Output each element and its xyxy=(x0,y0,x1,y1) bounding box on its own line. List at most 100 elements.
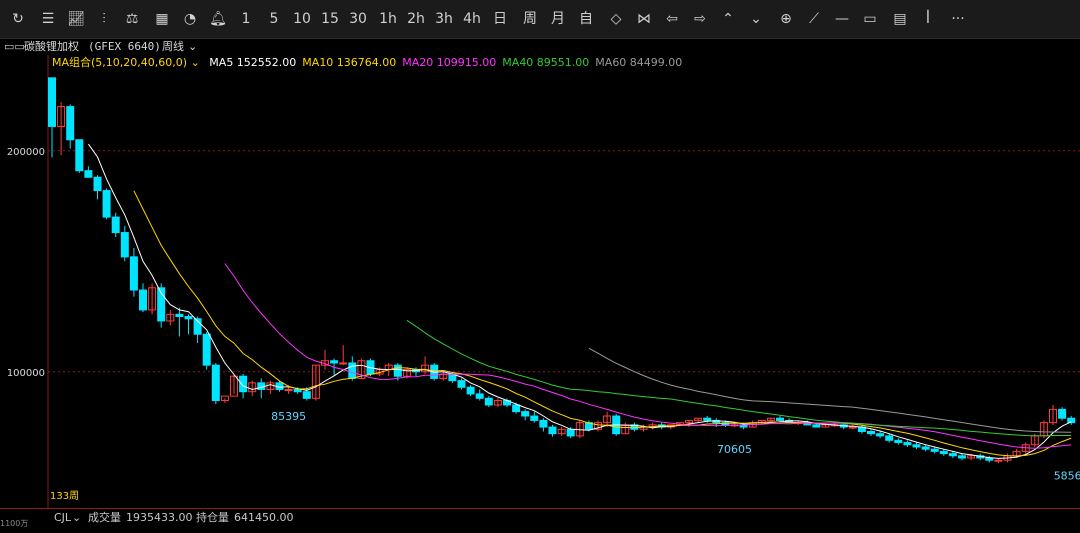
candle-body xyxy=(139,289,147,311)
candle-body xyxy=(330,360,339,364)
candle-body xyxy=(120,232,129,258)
expand-icon[interactable]: ◇ xyxy=(607,8,625,30)
candle-body xyxy=(184,316,193,320)
low-price-annotation: 70605 xyxy=(717,443,752,456)
indicator-bar: CJL ⌄ 成交量 1935433.00 持仓量 641450.00 1100万 xyxy=(0,508,1080,528)
toolbar-period-custom[interactable]: 自 xyxy=(577,8,595,30)
legend-ma20: MA20 109915.00 xyxy=(402,56,497,69)
zoom-in-icon[interactable]: ⌃ xyxy=(719,8,737,30)
open-interest-value: 641450.00 xyxy=(234,511,294,524)
list-icon[interactable]: ☰ xyxy=(39,8,57,30)
analysis-icon[interactable]: ⚖ xyxy=(123,8,141,30)
candle-body xyxy=(994,459,1003,462)
rectangle-icon[interactable]: ▭ xyxy=(861,8,879,30)
candle-body xyxy=(466,386,475,395)
candle-body xyxy=(284,388,293,391)
notes-icon[interactable]: ▤ xyxy=(891,8,909,30)
alarm-icon[interactable]: 🔔︎ xyxy=(209,8,227,30)
crosshair-icon[interactable]: ⊕ xyxy=(777,8,795,30)
toolbar-period-10[interactable]: 10 xyxy=(293,8,311,30)
toolbar-period-5[interactable]: 5 xyxy=(265,8,283,30)
candle-body xyxy=(776,417,784,421)
legend-ma5: MA5 152552.00 xyxy=(209,56,297,69)
chevron-down-icon[interactable]: ⌄ xyxy=(188,38,197,55)
candle-body xyxy=(548,426,557,435)
candle-body xyxy=(211,364,220,402)
ma-line-ma20 xyxy=(224,263,1072,449)
toolbar-period-3h[interactable]: 3h xyxy=(435,8,453,30)
period-count-label: 133周 xyxy=(50,490,79,502)
candle-body xyxy=(530,415,539,421)
candle-body xyxy=(239,375,248,393)
legend-ma60: MA60 84499.00 xyxy=(595,56,683,69)
toolbar-period-1[interactable]: 1 xyxy=(237,8,255,30)
candle-body xyxy=(512,404,521,413)
toolbar-period-15[interactable]: 15 xyxy=(321,8,339,30)
candle-body xyxy=(939,450,948,455)
speed-icon[interactable]: ◔ xyxy=(181,8,199,30)
candle-body xyxy=(867,430,875,435)
period-selector[interactable]: 周线 xyxy=(162,38,184,55)
candle-body xyxy=(175,313,184,318)
candle-body xyxy=(293,388,302,393)
left-arrow-icon[interactable]: ⇦ xyxy=(663,8,681,30)
instrument-icon[interactable]: ▭▭ xyxy=(4,38,25,55)
candle-body xyxy=(475,393,484,399)
candle-body xyxy=(885,435,894,441)
toolbar-period-month[interactable]: 月 xyxy=(549,8,567,30)
refresh-icon[interactable]: ↻ xyxy=(9,8,27,30)
candle-body xyxy=(66,106,75,141)
candle-body xyxy=(876,433,885,437)
grid-icon[interactable]: ▦ xyxy=(153,8,171,30)
candle-body xyxy=(958,455,966,459)
candle-body xyxy=(129,256,138,291)
instrument-bar: ▭▭ 碳酸锂加权 (GFEX 6640) 周线 ⌄ xyxy=(0,38,1080,55)
candle-body xyxy=(930,448,939,452)
instrument-code: (GFEX 6640) xyxy=(88,40,161,53)
toolbar-period-week[interactable]: 周 xyxy=(521,8,539,30)
toolbar-period-1h[interactable]: 1h xyxy=(379,8,397,30)
candle-icon[interactable]: ⫶ xyxy=(95,8,113,30)
candle-body xyxy=(111,216,120,234)
open-interest-label: 持仓量 xyxy=(196,511,229,524)
legend-ma10: MA10 136764.00 xyxy=(302,56,397,69)
candle-body xyxy=(948,453,957,457)
more-icon[interactable]: ··· xyxy=(949,8,967,30)
candle-body xyxy=(703,417,712,421)
toolbar: ↻ ☰ 📈︎ ⫶ ⚖ ▦ ◔ 🔔︎ 1 5 10 15 30 1h 2h 3h 4h 日周月自 ◇ ⋈ ⇦ ⇨ ⌃ ⌄ ⊕ ⟋ — ▭… xyxy=(0,0,1080,39)
low-price-annotation: 58560 xyxy=(1054,469,1080,482)
candle-body xyxy=(912,444,921,448)
candle-body xyxy=(539,419,548,428)
candle-body xyxy=(566,428,575,437)
candle-body xyxy=(894,439,903,444)
candle-body xyxy=(393,364,402,377)
candle-body xyxy=(75,139,84,172)
toolbar-period-4h[interactable]: 4h xyxy=(463,8,481,30)
horizontal-line-icon[interactable]: — xyxy=(833,8,851,30)
right-arrow-icon[interactable]: ⇨ xyxy=(691,8,709,30)
line-chart-icon[interactable]: 📈︎ xyxy=(67,8,85,30)
candle-body xyxy=(302,391,311,399)
y-tick-label: 200000 xyxy=(7,147,45,158)
toolbar-period-day[interactable]: 日 xyxy=(491,8,509,30)
candle-body xyxy=(848,426,857,429)
shrink-icon[interactable]: ⋈ xyxy=(635,8,653,30)
ma-group-selector[interactable]: MA组合(5,10,20,40,60,0) xyxy=(52,56,187,69)
toolbar-period-30[interactable]: 30 xyxy=(349,8,367,30)
candle-body xyxy=(1058,408,1067,419)
legend-ma40: MA40 89551.00 xyxy=(502,56,590,69)
low-price-annotation: 85395 xyxy=(271,410,306,423)
indicator-selector[interactable]: CJL xyxy=(54,509,71,527)
candle-body xyxy=(985,457,994,461)
volume-axis-label: 1100万 xyxy=(0,519,29,528)
bar-tool-icon[interactable]: ꟾ xyxy=(919,8,937,30)
kline-chart[interactable]: 100000 200000 85395 70605 58560 133周 xyxy=(0,55,1080,508)
chevron-down-icon[interactable]: ⌄ xyxy=(187,56,203,69)
draw-line-icon[interactable]: ⟋ xyxy=(805,8,823,30)
candle-body xyxy=(339,362,348,365)
volume-label: 成交量 xyxy=(88,511,121,524)
chevron-down-icon[interactable]: ⌄ xyxy=(72,509,81,527)
candle-body xyxy=(812,424,821,428)
toolbar-period-2h[interactable]: 2h xyxy=(407,8,425,30)
zoom-out-icon[interactable]: ⌄ xyxy=(747,8,765,30)
